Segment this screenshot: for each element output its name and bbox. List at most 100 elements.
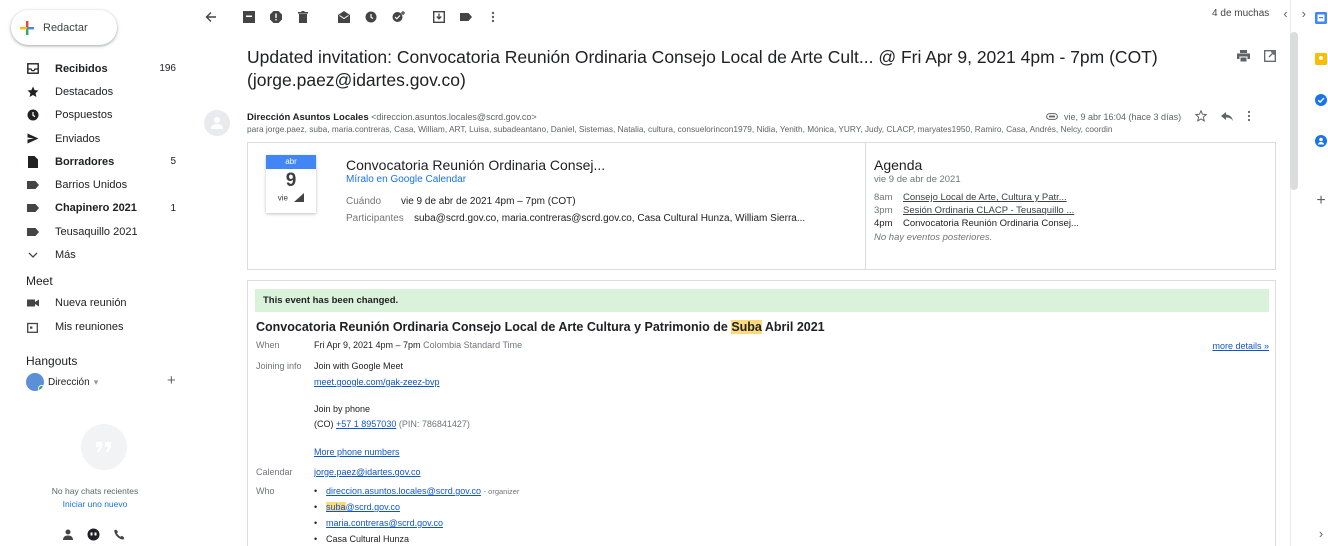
nav-item-starred[interactable]: Destacados xyxy=(0,80,190,103)
agenda-time: 4pm xyxy=(874,218,893,229)
hangouts-icon[interactable] xyxy=(87,528,100,544)
snooze-button[interactable] xyxy=(360,6,382,28)
new-meeting-label: Nueva reunión xyxy=(55,297,127,309)
recipients-text: para jorge.paez, suba, maria.contreras, … xyxy=(247,124,1113,134)
subject-actions xyxy=(1237,50,1276,65)
view-in-calendar-link[interactable]: Míralo en Google Calendar xyxy=(346,174,466,185)
add-addon-icon[interactable]: + xyxy=(1315,192,1327,209)
reply-icon[interactable] xyxy=(1221,111,1234,123)
agenda-event: Convocatoria Reunión Ordinaria Consej... xyxy=(903,218,1079,229)
person-icon[interactable] xyxy=(63,529,73,544)
add-chat-icon[interactable]: + xyxy=(167,373,176,389)
date-day: 9 xyxy=(285,170,297,191)
print-icon[interactable] xyxy=(1237,50,1250,65)
star-outline-icon[interactable] xyxy=(1194,109,1208,124)
attachment-icon xyxy=(1046,112,1058,122)
nav-item-snoozed[interactable]: Pospuestos xyxy=(0,104,190,127)
archive-icon xyxy=(243,11,255,23)
google-calendar-icon[interactable] xyxy=(1315,12,1327,24)
my-meetings-button[interactable]: Mis reuniones xyxy=(27,319,123,335)
avatar xyxy=(26,373,44,391)
scrollbar-thumb[interactable] xyxy=(1290,32,1298,190)
chevron-right-icon[interactable]: › xyxy=(1315,526,1327,541)
nav-label: Pospuestos xyxy=(55,109,113,122)
who-item: • direccion.asuntos.locales@scrd.gov.co … xyxy=(314,486,519,496)
open-new-window-icon[interactable] xyxy=(1264,50,1276,65)
caret-down-icon: ▾ xyxy=(93,376,99,387)
participants-label: Participantes xyxy=(346,213,404,224)
nav-item-teusaquillo-2021[interactable]: Teusaquillo 2021 xyxy=(0,220,190,243)
nav-item-more[interactable]: Más xyxy=(0,243,190,266)
draft-icon xyxy=(27,155,39,168)
agenda-item[interactable]: 8am Consejo Local de Arte, Cultura y Pat… xyxy=(874,191,1275,204)
calendar-link[interactable]: jorge.paez@idartes.gov.co xyxy=(314,467,421,477)
nav-label: Recibidos xyxy=(55,62,108,75)
agenda-item[interactable]: 3pm Sesión Ordinaria CLACP - Teusaquillo… xyxy=(874,204,1275,217)
when-value: vie 9 de abr de 2021 4pm – 7pm (COT) xyxy=(401,196,576,207)
when-tz: Colombia Standard Time xyxy=(423,340,523,350)
more-phones-link[interactable]: More phone numbers xyxy=(314,447,400,457)
nav-item-sent[interactable]: Enviados xyxy=(0,127,190,150)
agenda-title: Agenda xyxy=(874,157,923,173)
keep-icon[interactable] xyxy=(1315,53,1327,65)
sender-name[interactable]: Dirección Asuntos Locales xyxy=(247,112,369,123)
more-details-link[interactable]: more details » xyxy=(1212,341,1269,351)
nav-item-inbox[interactable]: Recibidos 196 xyxy=(0,57,190,80)
nav-item-chapinero-2021[interactable]: Chapinero 2021 1 xyxy=(0,197,190,220)
agenda-date: vie 9 de abr de 2021 xyxy=(874,174,961,185)
labels-button[interactable] xyxy=(455,6,477,28)
chat-bubble-icon xyxy=(81,424,127,470)
sender-avatar xyxy=(204,110,230,136)
start-chat-link[interactable]: Iniciar uno nuevo xyxy=(0,499,190,509)
delete-button[interactable] xyxy=(292,6,314,28)
who-email-link[interactable]: direccion.asuntos.locales@scrd.gov.co xyxy=(326,486,481,496)
newer-button[interactable]: ‹ xyxy=(1283,6,1287,21)
video-icon xyxy=(27,299,39,307)
new-meeting-button[interactable]: Nueva reunión xyxy=(27,295,127,311)
add-to-tasks-button[interactable] xyxy=(387,6,409,28)
calendar-icon xyxy=(27,322,39,333)
who-email-link[interactable]: maria.contreras@scrd.gov.co xyxy=(326,518,443,528)
phone-link[interactable]: +57 1 8957030 xyxy=(336,419,396,429)
date-month: abr xyxy=(266,155,316,169)
nav-item-barrios-unidos[interactable]: Barrios Unidos xyxy=(0,173,190,196)
agenda-none: No hay eventos posteriores. xyxy=(874,232,993,243)
details-title: Convocatoria Reunión Ordinaria Consejo L… xyxy=(256,320,825,334)
phone-row: (CO) +57 1 8957030 (PIN: 786841427) xyxy=(314,419,470,429)
who-item: • suba@scrd.gov.co xyxy=(314,502,400,512)
label-icon xyxy=(460,13,472,21)
phone-icon[interactable] xyxy=(114,529,125,543)
bullet: • xyxy=(314,502,318,512)
more-options-button[interactable] xyxy=(482,6,504,28)
mark-unread-button[interactable] xyxy=(333,6,355,28)
recipients-line[interactable]: para jorge.paez, suba, maria.contreras, … xyxy=(247,124,1217,134)
details-when-row: When Fri Apr 9, 2021 4pm – 7pm Colombia … xyxy=(256,340,522,350)
no-chats-text: No hay chats recientes xyxy=(51,486,139,496)
hangouts-user[interactable]: Dirección ▾ + xyxy=(26,373,176,391)
more-vert-icon[interactable] xyxy=(1247,110,1251,124)
compose-button[interactable]: Redactar xyxy=(11,10,117,45)
back-button[interactable] xyxy=(200,6,222,28)
bullet: • xyxy=(314,534,318,544)
date-dow: vie xyxy=(266,193,316,204)
move-to-icon xyxy=(433,11,445,23)
event-title: Convocatoria Reunión Ordinaria Consej... xyxy=(346,157,606,173)
calendar-label: Calendar xyxy=(256,467,293,477)
label-icon xyxy=(27,179,39,191)
nav-item-drafts[interactable]: Borradores 5 xyxy=(0,150,190,173)
clock-icon xyxy=(27,109,39,121)
message-meta: vie, 9 abr 16:04 (hace 3 días) xyxy=(1046,109,1251,124)
search-highlight: Suba xyxy=(731,320,762,334)
contacts-icon[interactable] xyxy=(1315,135,1327,147)
event-participants-row: Participantes suba@scrd.gov.co, maria.co… xyxy=(346,213,805,224)
meet-link[interactable]: meet.google.com/gak-zeez-bvp xyxy=(314,377,440,387)
label-icon xyxy=(27,226,39,238)
who-email-link[interactable]: suba@scrd.gov.co xyxy=(326,502,400,512)
tasks-icon[interactable] xyxy=(1315,94,1327,106)
agenda-panel: Agenda vie 9 de abr de 2021 8am Consejo … xyxy=(865,143,1275,269)
nav-label: Teusaquillo 2021 xyxy=(55,225,138,238)
report-spam-button[interactable] xyxy=(265,6,287,28)
who-email-domain: @scrd.gov.co xyxy=(345,502,401,512)
move-to-button[interactable] xyxy=(428,6,450,28)
archive-button[interactable] xyxy=(238,6,260,28)
